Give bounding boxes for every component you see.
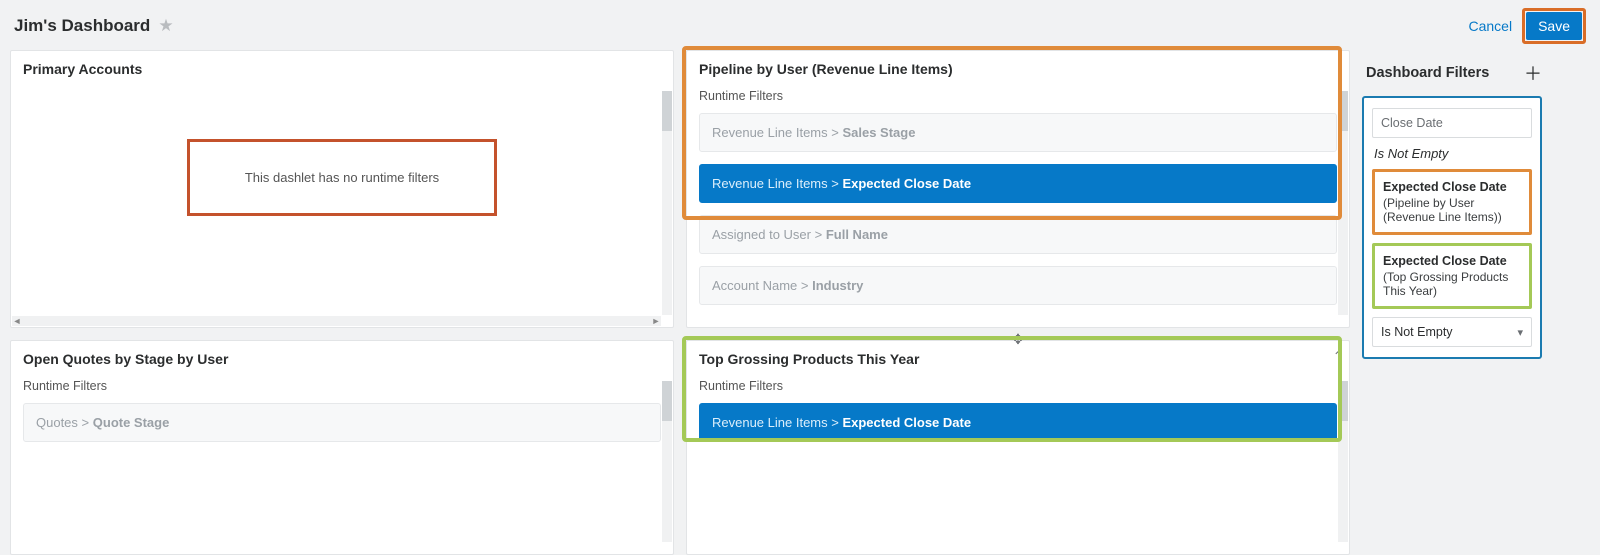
runtime-filters-label: Runtime Filters [699,89,1337,103]
filter-field-input[interactable] [1372,108,1532,138]
dashlet-primary-accounts: Primary Accounts This dashlet has no run… [10,50,674,328]
filter-card-title: Expected Close Date [1383,254,1521,268]
scroll-left-icon[interactable]: ◄ [12,316,22,326]
horizontal-scrollbar[interactable]: ◄ ► [12,316,661,326]
vertical-scrollbar[interactable] [1338,91,1348,315]
favorite-star-icon[interactable]: ★ [158,16,173,36]
filter-field: Industry [812,278,863,293]
filter-module: Revenue Line Items [712,125,828,140]
filter-row[interactable]: Revenue Line Items > Sales Stage [699,113,1337,152]
filter-operator-value: Is Not Empty [1381,325,1453,339]
page-title: Jim's Dashboard [14,16,150,36]
vertical-scrollbar[interactable] [662,91,672,315]
filter-field: Expected Close Date [842,176,971,191]
filter-card-subtitle: (Top Grossing Products This Year) [1383,270,1521,298]
filter-module: Revenue Line Items [712,415,828,430]
filter-source-card-top-grossing[interactable]: Expected Close Date (Top Grossing Produc… [1372,243,1532,309]
filter-card-subtitle: (Pipeline by User (Revenue Line Items)) [1383,196,1521,224]
dashlet-open-quotes: Open Quotes by Stage by User Runtime Fil… [10,340,674,555]
filter-module: Assigned to User [712,227,811,242]
cancel-button[interactable]: Cancel [1468,18,1512,34]
runtime-filters-label: Runtime Filters [23,379,661,393]
runtime-filters-label: Runtime Filters [699,379,1337,393]
vertical-scrollbar[interactable] [1338,381,1348,542]
add-filter-icon[interactable]: ＋ [1524,60,1542,86]
filter-row[interactable]: Account Name > Industry [699,266,1337,305]
filter-row-selected[interactable]: Revenue Line Items > Expected Close Date [699,164,1337,203]
filter-module: Quotes [36,415,78,430]
filter-field: Expected Close Date [842,415,971,430]
dashboard-filter-panel: Is Not Empty Expected Close Date (Pipeli… [1362,96,1542,359]
scroll-right-icon[interactable]: ► [651,316,661,326]
dashlet-title: Pipeline by User (Revenue Line Items) [687,51,1349,85]
dashboard-filters-title: Dashboard Filters [1366,65,1489,81]
filter-field: Full Name [826,227,888,242]
move-handle-icon[interactable]: ✥ [1012,331,1024,348]
vertical-scrollbar[interactable] [662,381,672,542]
filter-field: Sales Stage [842,125,915,140]
filter-row[interactable]: Quotes > Quote Stage [23,403,661,442]
dashlet-title: Open Quotes by Stage by User [11,341,673,375]
filter-card-title: Expected Close Date [1383,180,1521,194]
filter-operator-static: Is Not Empty [1372,146,1532,161]
filter-field: Quote Stage [93,415,170,430]
filter-module: Revenue Line Items [712,176,828,191]
filter-row[interactable]: Assigned to User > Full Name [699,215,1337,254]
dashlet-pipeline-by-user: Pipeline by User (Revenue Line Items) Ru… [686,50,1350,328]
filter-source-card-pipeline[interactable]: Expected Close Date (Pipeline by User (R… [1372,169,1532,235]
dashlet-top-grossing: ✥ ⌃ Top Grossing Products This Year Runt… [686,340,1350,555]
collapse-icon[interactable]: ⌃ [1333,349,1343,363]
dashlet-title: Primary Accounts [11,51,673,85]
filter-row-selected[interactable]: Revenue Line Items > Expected Close Date [699,403,1337,442]
filter-operator-select[interactable]: Is Not Empty ▾ [1372,317,1532,347]
chevron-down-icon: ▾ [1517,326,1523,339]
save-button[interactable]: Save [1526,12,1582,40]
filter-module: Account Name [712,278,797,293]
empty-runtime-filters-message: This dashlet has no runtime filters [187,139,497,216]
